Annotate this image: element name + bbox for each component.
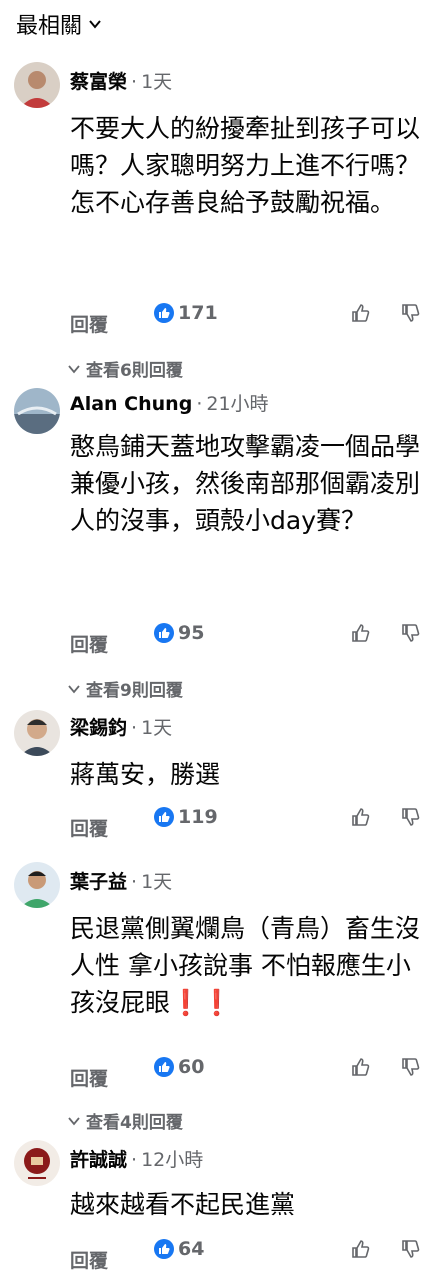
- like-count[interactable]: 171: [154, 302, 218, 324]
- like-count[interactable]: 60: [154, 1056, 204, 1078]
- like-count[interactable]: 119: [154, 806, 218, 828]
- like-count-value: 171: [178, 302, 218, 324]
- thumbs-up-icon: [154, 1239, 174, 1259]
- thumbs-up-icon: [154, 1057, 174, 1077]
- author-name[interactable]: Alan Chung: [70, 393, 192, 415]
- sort-label: 最相關: [16, 14, 83, 39]
- thumbs-down-outline-icon[interactable]: [400, 302, 422, 324]
- view-replies-link[interactable]: 查看6則回覆: [68, 356, 183, 381]
- like-count-value: 64: [178, 1238, 205, 1260]
- comment-text: 越來越看不起民進黨: [70, 1190, 296, 1219]
- thumbs-up-icon: [154, 623, 174, 643]
- thumbs-up-outline-icon[interactable]: [350, 622, 372, 644]
- comment-meta: 蔡富榮 · 1天: [70, 71, 173, 93]
- thumbs-up-outline-icon[interactable]: [350, 1056, 372, 1078]
- thumbs-down-outline-icon[interactable]: [400, 622, 422, 644]
- reply-button[interactable]: 回覆: [70, 310, 108, 337]
- thumbs-down-outline-icon[interactable]: [400, 1238, 422, 1260]
- timestamp[interactable]: 1天: [141, 717, 172, 739]
- avatar[interactable]: [14, 862, 60, 908]
- like-count-value: 60: [178, 1056, 205, 1078]
- timestamp[interactable]: 1天: [141, 871, 172, 893]
- view-replies-link[interactable]: 查看9則回覆: [68, 676, 183, 701]
- sort-dropdown[interactable]: 最相關: [16, 8, 102, 40]
- timestamp[interactable]: 21小時: [206, 393, 268, 415]
- view-replies-label: 查看9則回覆: [86, 681, 183, 701]
- chevron-down-icon: [68, 364, 80, 373]
- avatar[interactable]: [14, 1140, 60, 1186]
- like-count[interactable]: 64: [154, 1238, 204, 1260]
- avatar[interactable]: [14, 388, 60, 434]
- thumbs-up-outline-icon[interactable]: [350, 302, 372, 324]
- comment-meta: Alan Chung · 21小時: [70, 393, 269, 415]
- author-name[interactable]: 蔡富榮: [70, 71, 127, 93]
- thumbs-up-outline-icon[interactable]: [350, 1238, 372, 1260]
- comment-text: 不要大人的紛擾牽扯到孩子可以嗎？人家聰明努力上進不行嗎？怎不心存善良給予鼓勵祝福…: [70, 114, 421, 217]
- timestamp[interactable]: 1天: [141, 71, 172, 93]
- view-replies-link[interactable]: 查看4則回覆: [68, 1108, 183, 1133]
- thumbs-down-outline-icon[interactable]: [400, 806, 422, 828]
- reply-button[interactable]: 回覆: [70, 630, 108, 657]
- thumbs-down-outline-icon[interactable]: [400, 1056, 422, 1078]
- comment-meta: 梁錫鈞 · 1天: [70, 717, 173, 739]
- thumbs-up-icon: [154, 807, 174, 827]
- comment-meta: 葉子益 · 1天: [70, 871, 173, 893]
- reply-button[interactable]: 回覆: [70, 1246, 108, 1273]
- view-replies-label: 查看4則回覆: [86, 1113, 183, 1133]
- avatar[interactable]: [14, 710, 60, 756]
- author-name[interactable]: 許誠誠: [70, 1149, 127, 1171]
- thumbs-up-outline-icon[interactable]: [350, 806, 372, 828]
- chevron-down-icon: [89, 20, 101, 29]
- thumbs-up-icon: [154, 303, 174, 323]
- timestamp[interactable]: 12小時: [141, 1149, 203, 1171]
- comment-meta: 許誠誠 · 12小時: [70, 1149, 204, 1171]
- comment-text: 民退黨側翼爛鳥（青鳥）畜生沒人性 拿小孩說事 不怕報應生小孩沒屁眼❗❗: [70, 914, 421, 1017]
- author-name[interactable]: 葉子益: [70, 871, 127, 893]
- comment-text: 蔣萬安，勝選: [70, 760, 221, 789]
- comment-text: 憨鳥鋪天蓋地攻擊霸凌一個品學兼優小孩，然後南部那個霸凌別人的沒事，頭殼小day賽…: [70, 432, 421, 535]
- view-replies-label: 查看6則回覆: [86, 361, 183, 381]
- author-name[interactable]: 梁錫鈞: [70, 717, 127, 739]
- avatar[interactable]: [14, 62, 60, 108]
- like-count[interactable]: 95: [154, 622, 204, 644]
- reply-button[interactable]: 回覆: [70, 814, 108, 841]
- chevron-down-icon: [68, 1116, 80, 1125]
- like-count-value: 95: [178, 622, 205, 644]
- reply-button[interactable]: 回覆: [70, 1064, 108, 1091]
- like-count-value: 119: [178, 806, 218, 828]
- chevron-down-icon: [68, 684, 80, 693]
